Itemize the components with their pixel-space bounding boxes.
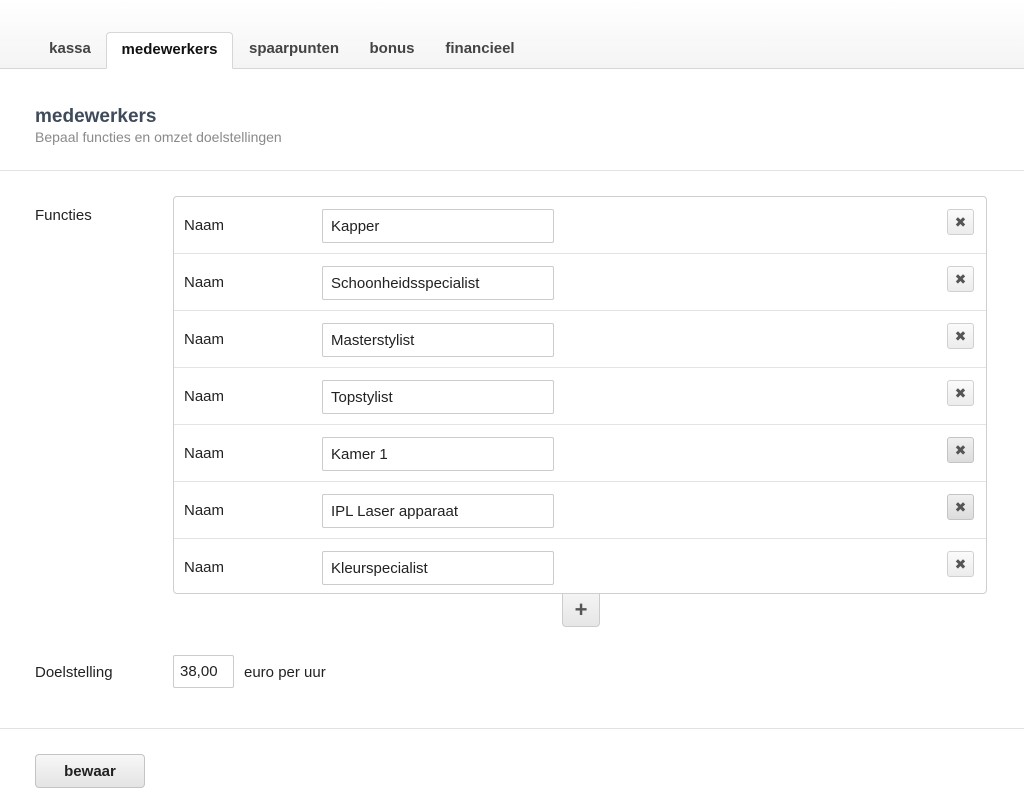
functie-row: Naam ✖ [174,254,986,311]
naam-label: Naam [184,502,225,519]
naam-input[interactable] [322,266,554,300]
delete-row-button[interactable]: ✖ [947,209,974,235]
functie-row: Naam ✖ [174,425,986,482]
naam-label: Naam [184,331,225,348]
close-icon: ✖ [954,442,967,458]
delete-row-button[interactable]: ✖ [947,551,974,577]
tab-medewerkers[interactable]: medewerkers [106,32,233,69]
tab-bar: kassa medewerkers spaarpunten bonus fina… [0,0,1024,69]
naam-label: Naam [184,274,225,291]
delete-row-button[interactable]: ✖ [947,380,974,406]
functies-label: Functies [35,207,92,224]
close-icon: ✖ [954,328,967,344]
doelstelling-input[interactable] [173,655,234,688]
functies-list: Naam ✖ Naam ✖ Naam ✖ Naam ✖ Naam ✖ Naam … [173,196,987,594]
tab-spaarpunten[interactable]: spaarpunten [237,32,351,68]
naam-label: Naam [184,388,225,405]
delete-row-button[interactable]: ✖ [947,494,974,520]
naam-label: Naam [184,559,225,576]
doelstelling-unit: euro per uur [244,664,326,681]
tab-bonus[interactable]: bonus [359,32,425,68]
functie-row: Naam ✖ [174,197,986,254]
naam-input[interactable] [322,323,554,357]
naam-label: Naam [184,445,225,462]
naam-label: Naam [184,217,225,234]
save-button[interactable]: bewaar [35,754,145,788]
close-icon: ✖ [954,385,967,401]
page-subtitle: Bepaal functies en omzet doelstellingen [35,129,282,145]
tab-kassa[interactable]: kassa [36,32,104,68]
plus-icon: + [574,597,588,622]
delete-row-button[interactable]: ✖ [947,266,974,292]
delete-row-button[interactable]: ✖ [947,437,974,463]
tab-financieel[interactable]: financieel [434,32,526,68]
close-icon: ✖ [954,556,967,572]
functie-row: Naam ✖ [174,311,986,368]
close-icon: ✖ [954,214,967,230]
naam-input[interactable] [322,209,554,243]
naam-input[interactable] [322,380,554,414]
naam-input[interactable] [322,551,554,585]
close-icon: ✖ [954,499,967,515]
delete-row-button[interactable]: ✖ [947,323,974,349]
footer-divider [0,728,1024,729]
close-icon: ✖ [954,271,967,287]
functie-row: Naam ✖ [174,368,986,425]
naam-input[interactable] [322,437,554,471]
functie-row: Naam ✖ [174,539,986,596]
section-divider [0,170,1024,171]
page-title: medewerkers [35,106,157,127]
functie-row: Naam ✖ [174,482,986,539]
naam-input[interactable] [322,494,554,528]
add-functie-button[interactable]: + [562,594,600,627]
doelstelling-label: Doelstelling [35,664,113,681]
